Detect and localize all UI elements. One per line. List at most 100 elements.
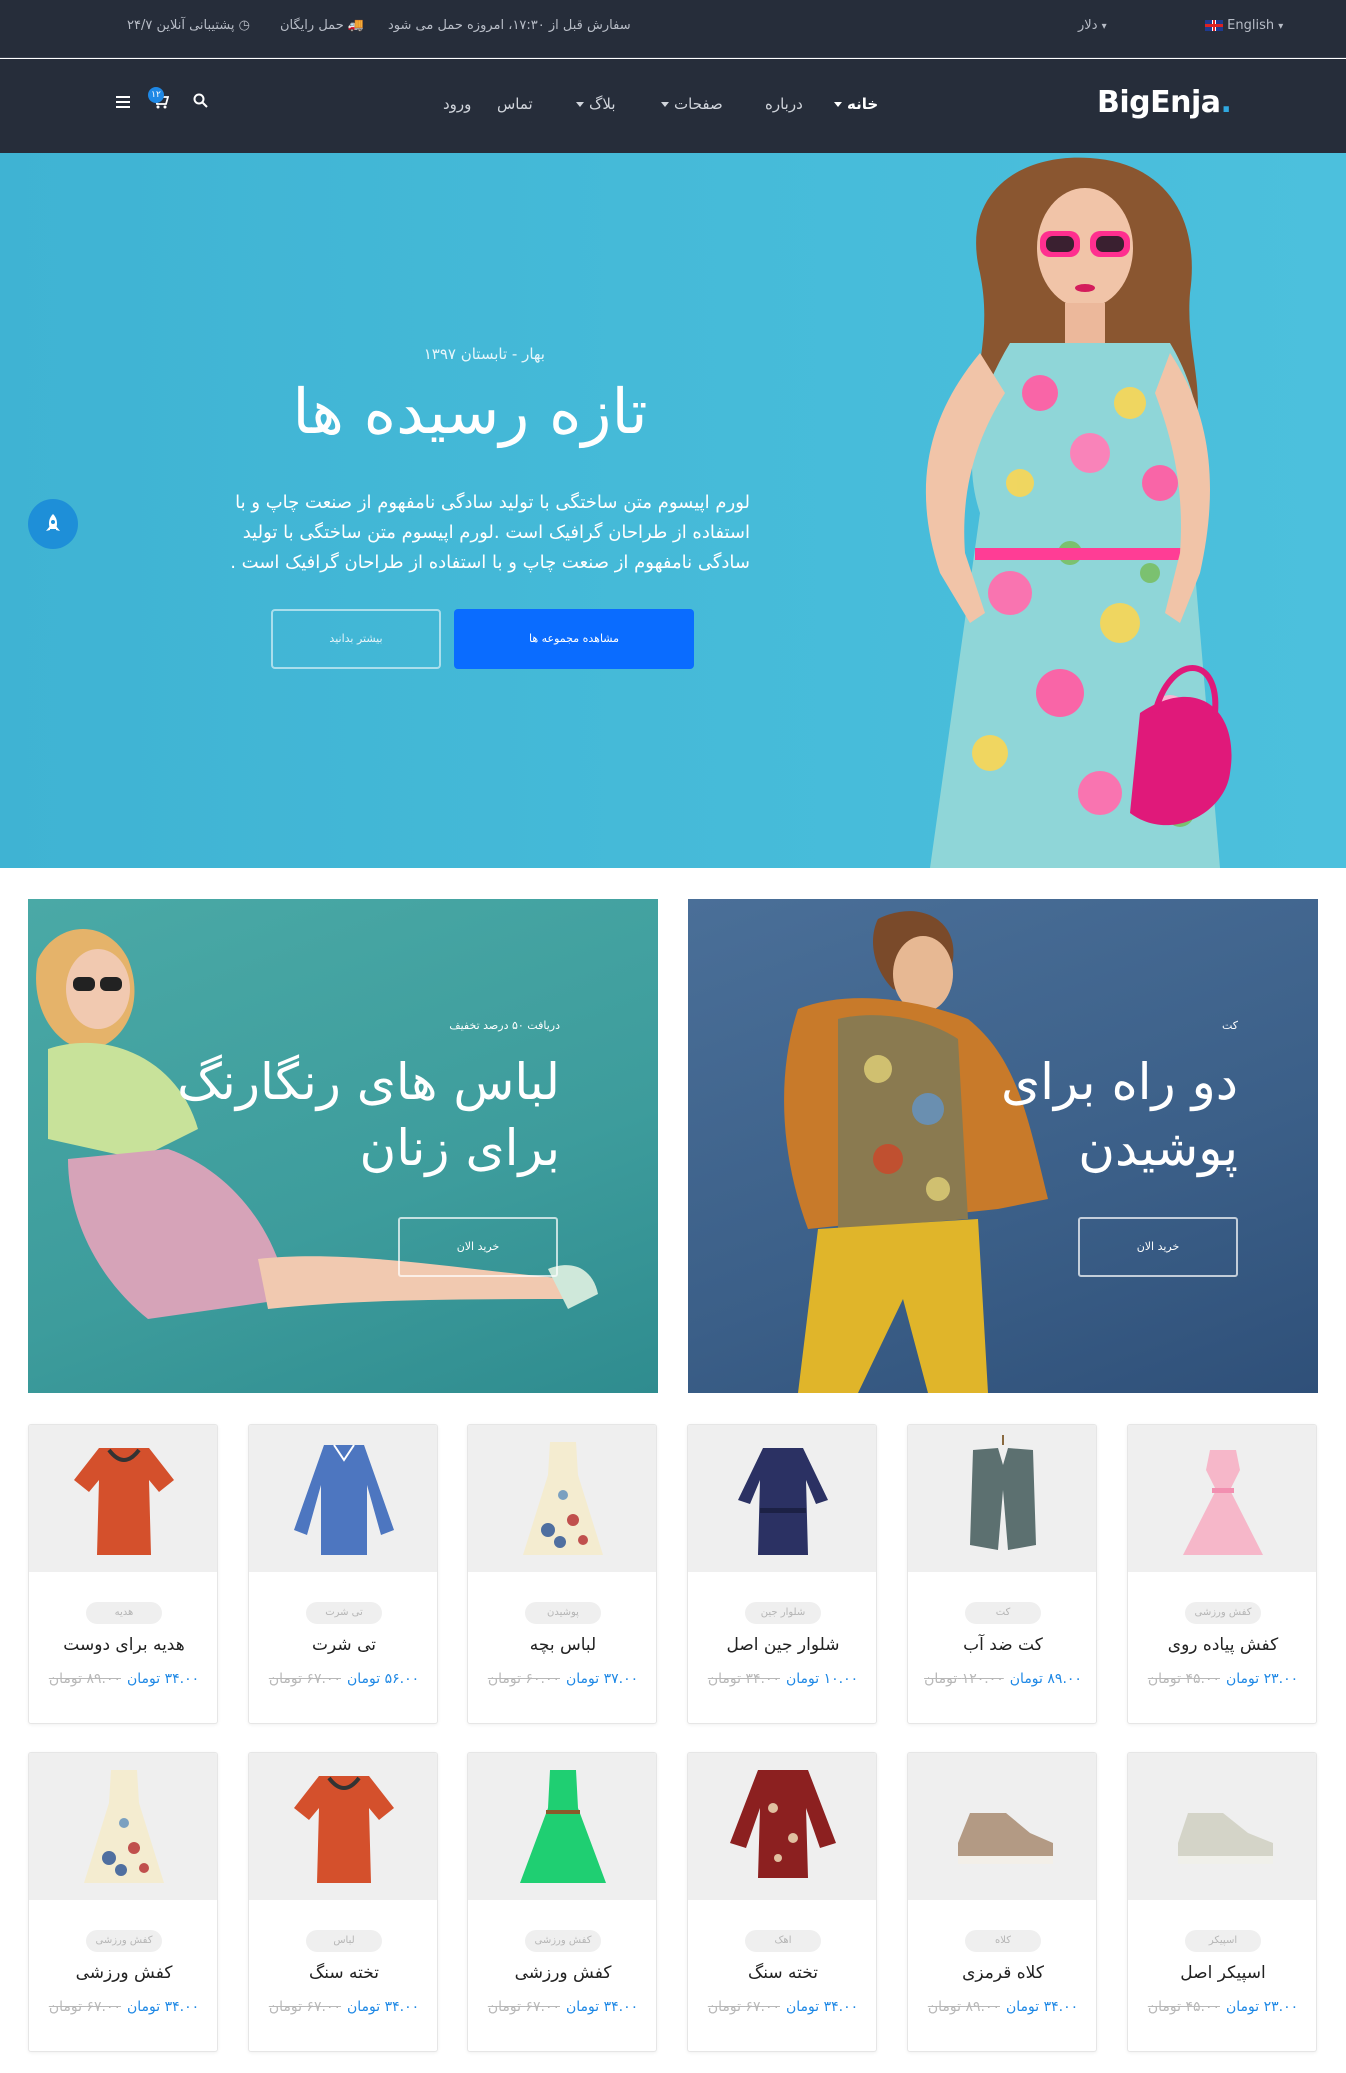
language-selector[interactable]: English ▾ [1205, 18, 1283, 33]
product-category-badge[interactable]: هدیه [86, 1602, 162, 1624]
product-card[interactable]: لباس تخته سنگ ۳۴.۰۰ تومان۶۷.۰۰ تومان [248, 1752, 438, 2052]
banner-women-shop-button[interactable]: خرید الان [398, 1217, 558, 1277]
product-current-price: ۵۶.۰۰ تومان [347, 1671, 419, 1687]
product-illustration [958, 1813, 1053, 1864]
product-image[interactable] [688, 1753, 876, 1900]
product-price: ۳۴.۰۰ تومان۶۷.۰۰ تومان [29, 1999, 217, 2015]
product-category-badge[interactable]: کت [965, 1602, 1041, 1624]
nav-contact[interactable]: تماس [497, 95, 533, 113]
product-card[interactable]: کفش ورزشی کفش ورزشی ۳۴.۰۰ تومان۶۷.۰۰ تومان [467, 1752, 657, 2052]
product-price: ۳۷.۰۰ تومان۶۰.۰۰ تومان [468, 1671, 656, 1687]
nav-blog[interactable]: بلاگ [576, 95, 616, 113]
product-current-price: ۳۷.۰۰ تومان [566, 1671, 638, 1687]
support-label: پشتیبانی آنلاین ۲۴/۷ [127, 18, 235, 33]
product-image[interactable] [1128, 1753, 1316, 1900]
hero-model-image [925, 157, 1232, 868]
product-name[interactable]: شلوار جین اصل [688, 1635, 876, 1655]
product-category-badge[interactable]: شلوار جین [745, 1602, 821, 1624]
product-name[interactable]: تخته سنگ [688, 1963, 876, 1983]
product-card[interactable]: پوشیدن لباس بچه ۳۷.۰۰ تومان۶۰.۰۰ تومان [467, 1424, 657, 1724]
hero-subtitle: بهار - تابستان ۱۳۹۷ [423, 345, 545, 363]
product-image[interactable] [29, 1425, 217, 1572]
product-illustration [84, 1770, 164, 1883]
nav-about[interactable]: درباره [765, 95, 803, 113]
product-card[interactable]: کلاه کلاه قرمزی ۳۴.۰۰ تومان۸۹.۰۰ تومان [907, 1752, 1097, 2052]
nav-pages[interactable]: صفحات [661, 95, 723, 113]
banner-women-tag: دریافت ۵۰ درصد تخفیف [449, 1019, 560, 1032]
product-category-badge[interactable]: لباس [306, 1930, 382, 1952]
product-category-badge[interactable]: کلاه [965, 1930, 1041, 1952]
support-info: پشتیبانی آنلاین ۲۴/۷ ◷ [127, 18, 250, 33]
product-card[interactable]: کفش ورزشی کفش ورزشی ۳۴.۰۰ تومان۶۷.۰۰ تومان [28, 1752, 218, 2052]
product-image[interactable] [249, 1753, 437, 1900]
rocket-icon[interactable] [28, 499, 78, 549]
old-price-currency: تومان [268, 1671, 303, 1687]
price-currency: تومان [1006, 1999, 1040, 2015]
price-currency: تومان [127, 1999, 161, 2015]
product-image[interactable] [249, 1425, 437, 1572]
product-name[interactable]: کفش ورزشی [468, 1963, 656, 1983]
product-name[interactable]: لباس بچه [468, 1635, 656, 1655]
price-currency: تومان [127, 1671, 161, 1687]
currency-selector[interactable]: دلار ▾ [1078, 18, 1107, 33]
learn-more-button[interactable]: بیشتر بدانید [271, 609, 441, 669]
product-name[interactable]: هدیه برای دوست [29, 1635, 217, 1655]
promo-banner-jacket[interactable]: کت دو راه برای پوشیدن خرید الان [688, 899, 1318, 1393]
price-currency: تومان [347, 1671, 381, 1687]
product-image[interactable] [1128, 1425, 1316, 1572]
product-name[interactable]: تی شرت [249, 1635, 437, 1655]
product-image[interactable] [29, 1753, 217, 1900]
banner-jacket-shop-button[interactable]: خرید الان [1078, 1217, 1238, 1277]
product-card[interactable]: کت کت ضد آب ۸۹.۰۰ تومان۱۲۰.۰۰ تومان [907, 1424, 1097, 1724]
product-category-badge[interactable]: اهک [745, 1930, 821, 1952]
product-name[interactable]: کلاه قرمزی [908, 1963, 1096, 1983]
caret-down-icon [661, 102, 669, 107]
product-category-badge[interactable]: کفش ورزشی [86, 1930, 162, 1952]
old-price-currency: تومان [48, 1671, 83, 1687]
banner-women-title-line2: برای زنان [359, 1119, 560, 1177]
product-image[interactable] [908, 1425, 1096, 1572]
search-icon[interactable] [193, 93, 208, 112]
nav-login[interactable]: ورود [443, 95, 471, 113]
nav-about-label: درباره [765, 95, 803, 113]
price-value: ۳۴.۰۰ [164, 1671, 200, 1687]
product-current-price: ۳۴.۰۰ تومان [127, 1671, 199, 1687]
product-name[interactable]: کفش ورزشی [29, 1963, 217, 1983]
product-category-badge[interactable]: پوشیدن [525, 1602, 601, 1624]
product-card[interactable]: تی شرت تی شرت ۵۶.۰۰ تومان۶۷.۰۰ تومان [248, 1424, 438, 1724]
old-price-currency: تومان [1147, 1671, 1182, 1687]
free-shipping: حمل رایگان 🚚 [280, 18, 364, 33]
product-card[interactable]: هدیه هدیه برای دوست ۳۴.۰۰ تومان۸۹.۰۰ تومان [28, 1424, 218, 1724]
product-name[interactable]: کت ضد آب [908, 1635, 1096, 1655]
product-card[interactable]: شلوار جین شلوار جین اصل ۱۰.۰۰ تومان۳۴.۰۰ ت… [687, 1424, 877, 1724]
product-name[interactable]: اسپیکر اصل [1128, 1963, 1316, 1983]
product-image[interactable] [908, 1753, 1096, 1900]
product-category-badge[interactable]: تی شرت [306, 1602, 382, 1624]
old-price-value: ۸۹.۰۰ [86, 1671, 121, 1687]
product-card[interactable]: اهک تخته سنگ ۳۴.۰۰ تومان۶۷.۰۰ تومان [687, 1752, 877, 2052]
promo-banner-women[interactable]: دریافت ۵۰ درصد تخفیف لباس های رنگارنگ بر… [28, 899, 658, 1393]
product-card[interactable]: کفش ورزشی کفش پیاده روی ۲۳.۰۰ تومان۴۵.۰۰ ت… [1127, 1424, 1317, 1724]
product-name[interactable]: تخته سنگ [249, 1963, 437, 1983]
caret-down-icon [576, 102, 584, 107]
product-image[interactable] [468, 1753, 656, 1900]
view-collections-button[interactable]: مشاهده مجموعه ها [454, 609, 694, 669]
old-price-currency: تومان [924, 1671, 958, 1687]
product-image[interactable] [468, 1425, 656, 1572]
product-category-badge[interactable]: کفش ورزشی [1185, 1602, 1261, 1624]
product-current-price: ۳۴.۰۰ تومان [1006, 1999, 1078, 2015]
product-category-badge[interactable]: اسپیکر [1185, 1930, 1261, 1952]
product-image[interactable] [688, 1425, 876, 1572]
product-category-badge[interactable]: کفش ورزشی [525, 1930, 601, 1952]
logo-text: BigEnja [1097, 85, 1221, 120]
product-illustration [523, 1442, 603, 1555]
old-price-value: ۶۷.۰۰ [86, 1999, 121, 2015]
product-card[interactable]: اسپیکر اسپیکر اصل ۲۳.۰۰ تومان۴۵.۰۰ تومان [1127, 1752, 1317, 2052]
menu-icon[interactable] [116, 93, 130, 112]
hero-body: لورم اپیسوم متن ساختگی با تولید سادگی نا… [230, 492, 750, 573]
site-logo[interactable]: BigEnja. [1097, 85, 1232, 120]
product-price: ۳۴.۰۰ تومان۶۷.۰۰ تومان [688, 1999, 876, 2015]
product-price: ۸۹.۰۰ تومان۱۲۰.۰۰ تومان [908, 1671, 1096, 1687]
nav-home[interactable]: خانه [834, 95, 878, 113]
product-name[interactable]: کفش پیاده روی [1128, 1635, 1316, 1655]
